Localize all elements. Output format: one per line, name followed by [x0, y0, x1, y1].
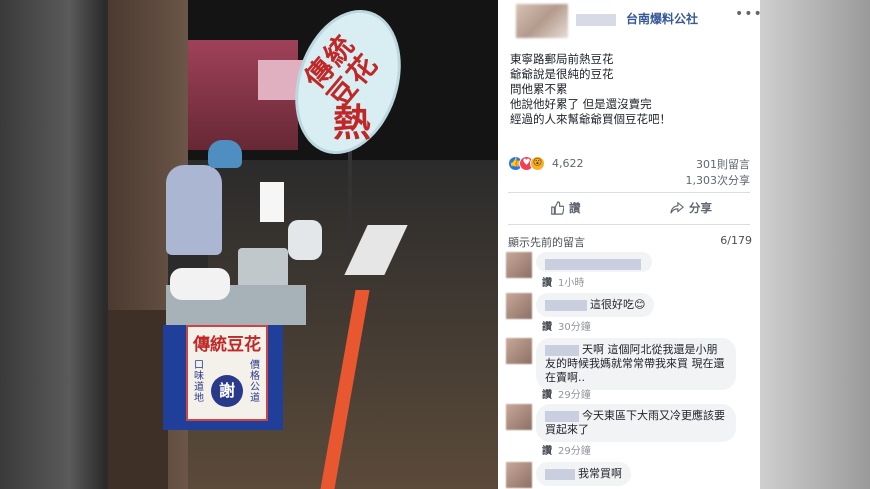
share-label: 分享 [689, 201, 712, 215]
post-text-line: 東寧路郵局前熱豆花 [510, 52, 614, 66]
divider [508, 192, 750, 193]
comment-time[interactable]: 29分鐘 [558, 446, 591, 457]
comment-avatar[interactable] [506, 338, 532, 364]
tofu-pot [238, 248, 288, 288]
comment-like-button[interactable]: 讚 [542, 446, 552, 457]
page-name-link[interactable]: 台南爆料公社 [626, 10, 698, 27]
comment-like-button[interactable]: 讚 [542, 278, 552, 289]
cart-label-title: 傳統豆花 [193, 335, 261, 355]
post-text: 東寧路郵局前熱豆花 爺爺說是很純的豆花 問他累不累 他說他好累了 但是還沒賣完 … [510, 52, 750, 127]
comment-like-button[interactable]: 讚 [542, 322, 552, 333]
reaction-icons[interactable]: 👍 ♥ 😮 [508, 156, 552, 172]
more-options-icon[interactable]: ••• [735, 6, 760, 22]
reaction-count[interactable]: 4,622 [552, 157, 584, 170]
cart-label-thanks: 謝 [211, 375, 243, 407]
sign-pole [348, 150, 352, 250]
comment-avatar[interactable] [506, 252, 532, 278]
post-text-line: 問他累不累 [510, 82, 568, 96]
blurred-username [545, 258, 641, 270]
post-text-line: 他說他好累了 但是還沒賣完 [510, 97, 652, 111]
blurred-username [576, 14, 616, 26]
cups-stack [260, 182, 284, 222]
blurred-username [545, 468, 575, 480]
comment-text: 我常買啊 [578, 467, 622, 480]
vendor-helmet [208, 140, 242, 168]
divider [508, 224, 750, 225]
comment-like-button[interactable]: 讚 [542, 390, 552, 401]
comment-count[interactable]: 301則留言 [696, 156, 750, 172]
comment-pager: 6/179 [720, 234, 752, 247]
comment-bubble: 今天東區下大雨又冷更應該要買起來了 [536, 404, 736, 442]
comment-meta: 讚 29分鐘 [542, 442, 591, 457]
share-icon [670, 201, 684, 214]
post-text-line: 經過的人來幫爺爺買個豆花吧！ [510, 112, 671, 126]
thumbs-up-icon [551, 201, 564, 215]
cart-label-right: 價格公道 [250, 360, 260, 404]
comment-time[interactable]: 30分鐘 [558, 322, 591, 333]
vendor-body [166, 165, 222, 255]
comment-meta: 讚 29分鐘 [542, 386, 591, 401]
share-button[interactable]: 分享 [670, 200, 712, 216]
comment-avatar[interactable] [506, 293, 532, 319]
post-text-line: 爺爺說是很純的豆花 [510, 67, 614, 81]
like-button[interactable]: 讚 [550, 200, 581, 216]
comment-meta: 讚 1小時 [542, 274, 584, 289]
comment-avatar[interactable] [506, 404, 532, 430]
comment-time[interactable]: 1小時 [558, 278, 584, 289]
sign-hot-text: 熱 [333, 100, 372, 145]
cart-label-left: 口味道地 [194, 360, 204, 404]
wow-reaction-icon: 😮 [530, 156, 545, 171]
comment-bubble [536, 252, 652, 272]
plastic-bag-white [170, 268, 230, 300]
photo-pillar-base [108, 310, 168, 489]
comment-meta: 讚 30分鐘 [542, 318, 591, 333]
blurred-background-right [760, 0, 870, 489]
blurred-username [545, 344, 579, 356]
comment-time[interactable]: 29分鐘 [558, 390, 591, 401]
avatar[interactable] [516, 4, 568, 38]
like-label: 讚 [569, 201, 581, 215]
post-photo[interactable]: 傳統豆花 熱 傳統豆花 口味道地 價格公道 謝 [108, 0, 498, 489]
blurred-username [545, 299, 587, 311]
show-previous-comments-link[interactable]: 顯示先前的留言 [508, 234, 585, 250]
share-count[interactable]: 1,303次分享 [686, 172, 751, 188]
comment-bubble: 天啊 這個阿北從我還是小朋友的時候我媽就常常帶我來買 現在還在賣啊.. [536, 338, 736, 390]
plastic-bag [288, 220, 322, 260]
comment-bubble: 我常買啊 [536, 462, 631, 486]
post-panel: 台南爆料公社 ••• 東寧路郵局前熱豆花 爺爺說是很純的豆花 問他累不累 他說他… [498, 0, 760, 489]
comment-avatar[interactable] [506, 462, 532, 488]
post-header: 台南爆料公社 ••• [498, 0, 760, 40]
comment-text: 這很好吃😊 [590, 298, 646, 311]
blurred-username [545, 410, 579, 422]
comment-bubble: 這很好吃😊 [536, 293, 655, 317]
